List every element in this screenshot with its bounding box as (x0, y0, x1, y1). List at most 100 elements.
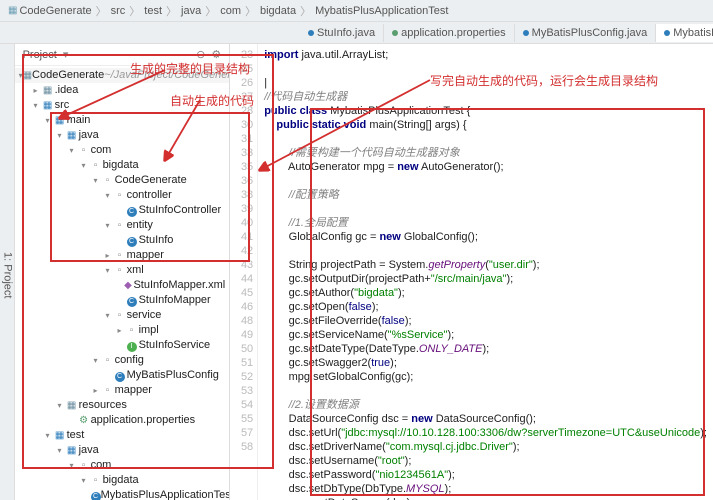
editor-tab[interactable]: application.properties (384, 24, 515, 42)
tree-label: main (67, 113, 91, 128)
tree-node[interactable]: ▸▫mapper (15, 383, 230, 398)
line-gutter[interactable]: 2325262728303133353638394041424344454648… (230, 44, 258, 500)
tree-label: controller (127, 188, 172, 203)
pkg-icon: ▫ (89, 473, 103, 488)
tree-node[interactable]: ◆StuInfoMapper.xml (15, 278, 230, 293)
editor-tab[interactable]: StuInfo.java (300, 24, 384, 42)
pkg-icon: ▫ (101, 353, 115, 368)
tree-label: com (91, 458, 112, 473)
tree-label: bigdata (103, 158, 139, 173)
pkg-icon: ▫ (125, 323, 139, 338)
tree-node[interactable]: CStuInfoMapper (15, 293, 230, 308)
expand-arrow-icon[interactable]: ▾ (55, 398, 65, 413)
tree-node[interactable]: CStuInfoController (15, 203, 230, 218)
class-icon: C (91, 488, 101, 500)
tree-node[interactable]: CStuInfo (15, 233, 230, 248)
expand-arrow-icon[interactable]: ▾ (79, 158, 89, 173)
collapse-icon[interactable]: ⊖ (196, 48, 205, 61)
tree-node[interactable]: ▾▫controller (15, 188, 230, 203)
project-tree[interactable]: ▾▦CodeGenerate ~/JavaProject/CodeGenerat… (15, 66, 230, 500)
green-icon: I (125, 338, 139, 353)
expand-arrow-icon[interactable]: ▾ (103, 263, 113, 278)
tree-node[interactable]: IStuInfoService (15, 338, 230, 353)
tree-node[interactable]: ▾▦test (15, 428, 230, 443)
breadcrumb-item[interactable]: java (181, 5, 201, 17)
pkg-icon: ▫ (113, 308, 127, 323)
expand-arrow-icon[interactable]: ▸ (115, 323, 125, 338)
expand-arrow-icon[interactable]: ▸ (31, 83, 41, 98)
tree-node[interactable]: ▾▦CodeGenerate ~/JavaProject/CodeGenerat… (15, 68, 230, 83)
tree-label: service (127, 308, 162, 323)
tree-node[interactable]: ▾▦java (15, 128, 230, 143)
src-icon: ▦ (53, 428, 67, 443)
class-icon: C (113, 368, 127, 383)
expand-arrow-icon[interactable]: ▾ (103, 218, 113, 233)
editor-area: 2325262728303133353638394041424344454648… (230, 44, 713, 500)
tree-label: entity (127, 218, 153, 233)
tree-node[interactable]: ▾▫bigdata (15, 158, 230, 173)
folder-icon: ▦ (41, 83, 55, 98)
expand-arrow-icon[interactable]: ▾ (43, 113, 53, 128)
tree-node[interactable]: ▾▫bigdata (15, 473, 230, 488)
tab-label: MybatisPlusApplicationTest.java (673, 27, 713, 39)
expand-arrow-icon[interactable]: ▾ (79, 473, 89, 488)
breadcrumb[interactable]: ▦ CodeGenerate〉src〉test〉java〉com〉bigdata… (8, 3, 448, 19)
tree-node[interactable]: ▸▫mapper (15, 248, 230, 263)
tree-label: mapper (115, 383, 152, 398)
folder-icon: ▦ (65, 398, 79, 413)
breadcrumb-item[interactable]: MybatisPlusApplicationTest (315, 5, 448, 17)
file-icon (392, 30, 398, 36)
tree-node[interactable]: ⚙application.properties (15, 413, 230, 428)
expand-arrow-icon[interactable]: ▾ (67, 458, 77, 473)
tree-node[interactable]: ▾▦resources (15, 398, 230, 413)
pkg-icon: ▫ (89, 158, 103, 173)
expand-arrow-icon[interactable]: ▾ (103, 308, 113, 323)
tree-label: bigdata (103, 473, 139, 488)
expand-arrow-icon[interactable]: ▾ (67, 143, 77, 158)
expand-arrow-icon[interactable]: ▾ (103, 188, 113, 203)
breadcrumb-item[interactable]: bigdata (260, 5, 296, 17)
breadcrumb-item[interactable]: src (111, 5, 126, 17)
tree-label: java (79, 443, 99, 458)
expand-arrow-icon[interactable]: ▾ (55, 443, 65, 458)
expand-arrow-icon[interactable]: ▾ (43, 428, 53, 443)
tree-label: xml (127, 263, 144, 278)
tool-window-stripe[interactable]: 1: Project (0, 44, 15, 500)
expand-arrow-icon[interactable]: ▾ (91, 173, 101, 188)
pkg-icon: ▫ (101, 173, 115, 188)
expand-arrow-icon[interactable]: ▸ (103, 248, 113, 263)
tree-node[interactable]: CMybatisPlusApplicationTest (15, 488, 230, 500)
tree-node[interactable]: ▾▫com (15, 143, 230, 158)
src-icon: ▦ (65, 443, 79, 458)
tree-node[interactable]: ▾▫com (15, 458, 230, 473)
tree-node[interactable]: ▾▦src (15, 98, 230, 113)
tree-label: mapper (127, 248, 164, 263)
expand-arrow-icon[interactable]: ▾ (91, 353, 101, 368)
tree-node[interactable]: CMyBatisPlusConfig (15, 368, 230, 383)
expand-arrow-icon[interactable]: ▸ (91, 383, 101, 398)
tree-node[interactable]: ▾▫entity (15, 218, 230, 233)
sidebar-header[interactable]: Project ▾ ⊖ ⚙ (15, 44, 230, 66)
tab-label: MyBatisPlusConfig.java (532, 27, 648, 39)
tree-node[interactable]: ▾▫xml (15, 263, 230, 278)
tree-node[interactable]: ▸▫impl (15, 323, 230, 338)
project-tool-button[interactable]: 1: Project (2, 252, 14, 298)
tree-node[interactable]: ▾▫config (15, 353, 230, 368)
tree-node[interactable]: ▸▦.idea (15, 83, 230, 98)
pkg-icon: ▫ (113, 218, 127, 233)
tab-label: application.properties (401, 27, 506, 39)
expand-arrow-icon[interactable]: ▾ (31, 98, 41, 113)
code-editor[interactable]: import java.util.ArrayList; |//代码自动生成器pu… (258, 44, 713, 500)
settings-icon[interactable]: ⚙ (211, 48, 221, 61)
editor-tab[interactable]: MybatisPlusApplicationTest.java (656, 24, 713, 42)
breadcrumb-item[interactable]: test (144, 5, 162, 17)
breadcrumb-item[interactable]: CodeGenerate (19, 5, 91, 17)
breadcrumb-item[interactable]: com (220, 5, 241, 17)
tree-node[interactable]: ▾▫service (15, 308, 230, 323)
tree-node[interactable]: ▾▦main (15, 113, 230, 128)
tree-node[interactable]: ▾▦java (15, 443, 230, 458)
tree-label: impl (139, 323, 159, 338)
editor-tab[interactable]: MyBatisPlusConfig.java (515, 24, 657, 42)
expand-arrow-icon[interactable]: ▾ (55, 128, 65, 143)
tree-node[interactable]: ▾▫CodeGenerate (15, 173, 230, 188)
